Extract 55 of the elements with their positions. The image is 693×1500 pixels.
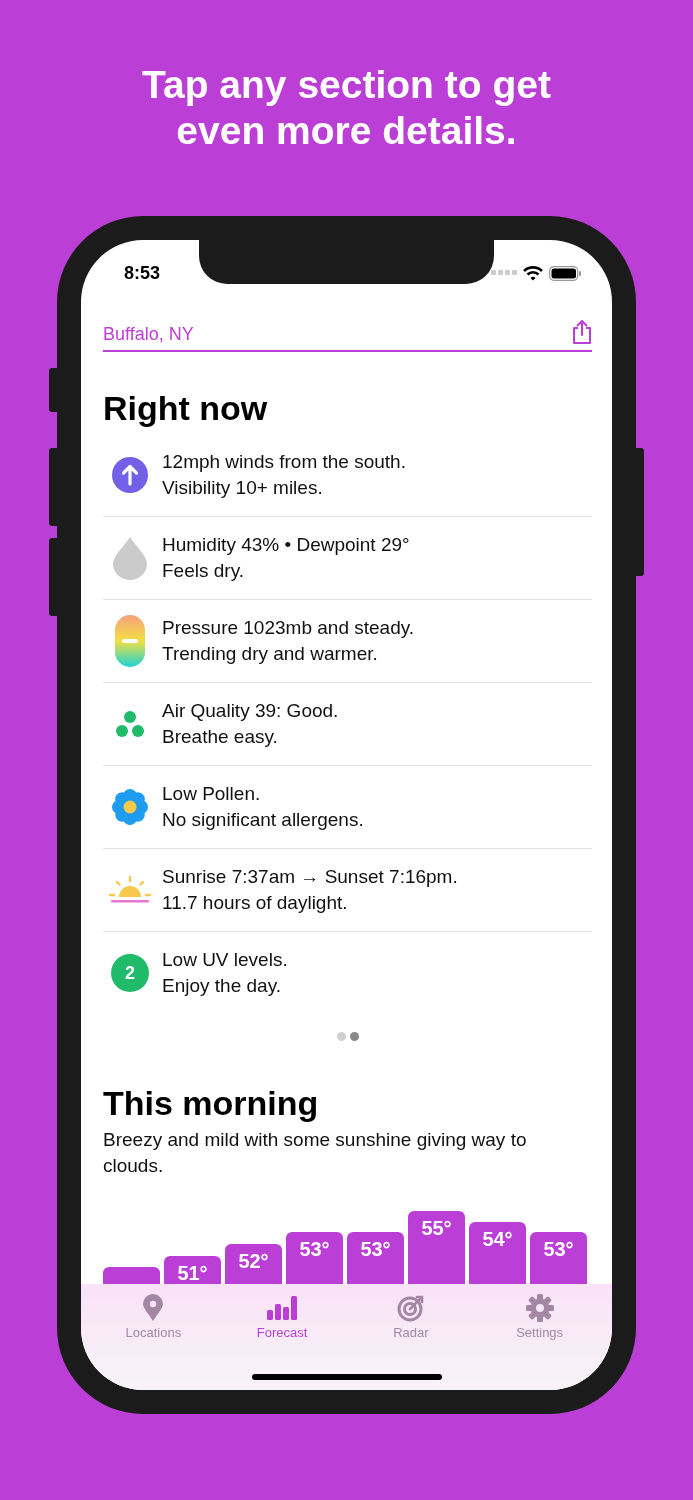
condition-row[interactable]: Air Quality 39: Good. Breathe easy.	[103, 683, 592, 766]
condition-text: Sunrise 7:37am → Sunset 7:16pm.	[162, 865, 458, 889]
temperature-bar[interactable]: 52°	[225, 1244, 282, 1284]
condition-row[interactable]: 12mph winds from the south. Visibility 10+ miles.	[103, 434, 592, 517]
condition-row[interactable]: 2 Low UV levels. Enjoy the day.	[103, 932, 592, 1014]
temperature-bar[interactable]: 53°	[286, 1232, 343, 1284]
condition-text: Low UV levels.	[162, 948, 288, 972]
temperature-bar[interactable]: 55°	[408, 1211, 465, 1284]
signal-icon	[491, 270, 517, 276]
droplet-icon	[112, 536, 148, 580]
tab[interactable]: Locations	[103, 1294, 204, 1340]
tab[interactable]: Forecast	[232, 1294, 333, 1340]
condition-text: Low Pollen.	[162, 782, 262, 806]
temperature-bar[interactable]: 54°	[469, 1221, 526, 1284]
radar-icon	[396, 1294, 425, 1322]
condition-text: 11.7 hours of daylight.	[162, 891, 349, 915]
share-icon[interactable]	[572, 319, 592, 345]
status-time: 8:53	[124, 262, 161, 284]
three-dots-icon	[115, 710, 145, 738]
condition-text: Trending dry and warmer.	[162, 642, 379, 666]
condition-row[interactable]: Pressure 1023mb and steady. Trending dry and warmer.	[103, 600, 592, 683]
tab[interactable]: Radar	[360, 1294, 461, 1340]
forecast-summary: Breezy and mild with some sunshine giving way to clouds.	[103, 1128, 528, 1178]
condition-text: Feels dry.	[162, 559, 245, 583]
condition-text: Air Quality 39: Good.	[162, 699, 339, 723]
condition-text: Enjoy the day.	[162, 974, 282, 998]
headline: Tap any section to get even more details.	[141, 62, 552, 154]
pressure-gauge-icon	[115, 615, 145, 667]
location-name[interactable]: Buffalo, NY	[103, 324, 194, 345]
battery-icon	[549, 265, 582, 281]
temperature-bar[interactable]: 51°	[164, 1256, 221, 1284]
condition-text: Pressure 1023mb and steady.	[162, 616, 415, 640]
sunrise-icon	[109, 875, 151, 905]
page-dot[interactable]	[349, 1032, 359, 1041]
condition-text: Visibility 10+ miles.	[162, 476, 324, 500]
temperature-bar[interactable]: 53°	[347, 1232, 404, 1284]
temperature-bar[interactable]: 53°	[530, 1232, 587, 1284]
condition-text: 12mph winds from the south.	[162, 450, 406, 474]
temperature-bar[interactable]	[103, 1266, 160, 1284]
condition-text: No significant allergens.	[162, 808, 364, 832]
wifi-icon	[523, 265, 543, 281]
condition-row[interactable]: Humidity 43% • Dewpoint 29° Feels dry.	[103, 517, 592, 600]
condition-text: Humidity 43% • Dewpoint 29°	[162, 533, 410, 557]
condition-text: Breathe easy.	[162, 725, 279, 749]
page-dot[interactable]	[336, 1032, 346, 1041]
section-title: Right now	[103, 388, 269, 428]
settings-icon	[525, 1294, 554, 1322]
flower-icon	[111, 788, 149, 826]
condition-row[interactable]: Low Pollen. No significant allergens.	[103, 766, 592, 849]
section-title: This morning	[103, 1083, 320, 1123]
tab[interactable]: Settings	[489, 1294, 590, 1340]
pin-icon	[142, 1294, 165, 1322]
uv-index-badge: 2	[111, 954, 149, 992]
bar-chart-icon	[267, 1294, 298, 1322]
condition-row[interactable]: Sunrise 7:37am → Sunset 7:16pm. 11.7 hours of daylight.	[103, 849, 592, 932]
